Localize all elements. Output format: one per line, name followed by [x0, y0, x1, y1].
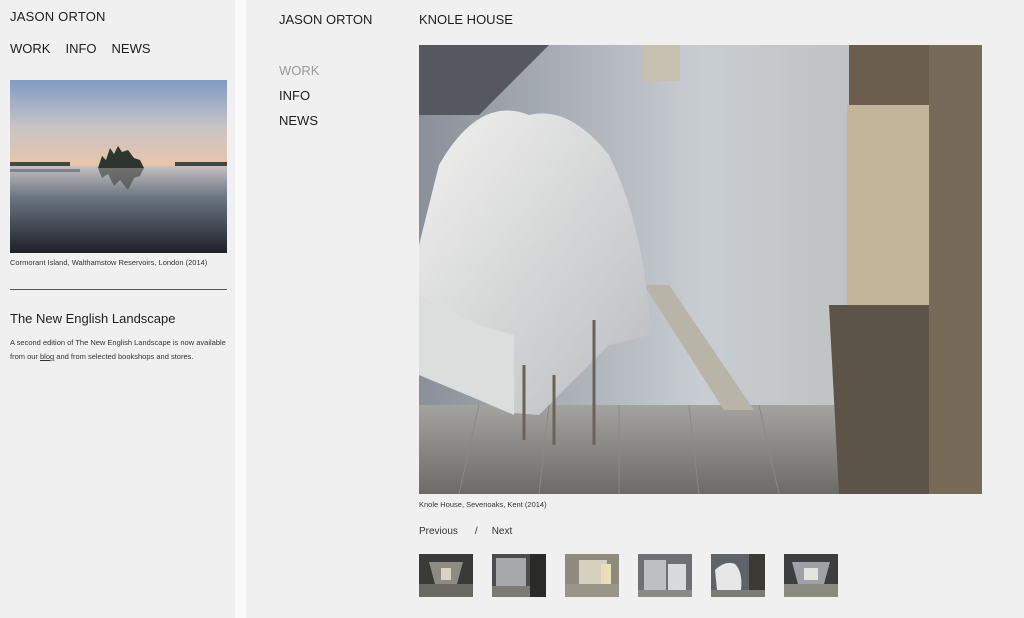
thumbnail-5[interactable]	[711, 554, 765, 597]
thumbnail-2[interactable]	[492, 554, 546, 597]
divider	[10, 289, 227, 290]
nav-work[interactable]: WORK	[279, 63, 319, 78]
pager-separator: /	[474, 526, 478, 537]
blog-link[interactable]: blog	[40, 352, 54, 361]
book-description: A second edition of The New English Land…	[10, 336, 228, 364]
thumbnail-strip	[419, 554, 838, 597]
thumbnail-4[interactable]	[638, 554, 692, 597]
knole-house-photo[interactable]	[419, 45, 982, 494]
site-title[interactable]: JASON ORTON	[10, 9, 106, 24]
thumbnail-3[interactable]	[565, 554, 619, 597]
cormorant-island-photo[interactable]	[10, 80, 227, 253]
left-nav-info[interactable]: INFO	[65, 41, 96, 56]
previous-link[interactable]: Previous	[419, 526, 458, 537]
panel-gap	[235, 0, 246, 618]
main-nav: WORK INFO NEWS	[279, 63, 319, 128]
next-link[interactable]: Next	[492, 526, 513, 537]
thumbnail-6[interactable]	[784, 554, 838, 597]
book-text-end: and from selected bookshops and stores.	[54, 352, 194, 361]
left-nav-work[interactable]: WORK	[10, 41, 50, 56]
book-title: The New English Landscape	[10, 311, 176, 326]
page-title: KNOLE HOUSE	[419, 12, 513, 27]
left-nav-news[interactable]: NEWS	[112, 41, 151, 56]
pager: Previous / Next	[419, 526, 512, 537]
main-panel: JASON ORTON KNOLE HOUSE WORK INFO NEWS K…	[246, 0, 1024, 618]
left-panel: JASON ORTON WORK INFO NEWS Cormorant Isl…	[0, 0, 235, 618]
left-nav: WORK INFO NEWS	[10, 41, 151, 56]
thumbnail-1[interactable]	[419, 554, 473, 597]
main-photo-caption: Knole House, Sevenoaks, Kent (2014)	[419, 500, 547, 509]
nav-news[interactable]: NEWS	[279, 113, 319, 128]
nav-info[interactable]: INFO	[279, 88, 319, 103]
main-site-title[interactable]: JASON ORTON	[279, 12, 372, 27]
left-photo-caption: Cormorant Island, Walthamstow Reservoirs…	[10, 258, 208, 267]
